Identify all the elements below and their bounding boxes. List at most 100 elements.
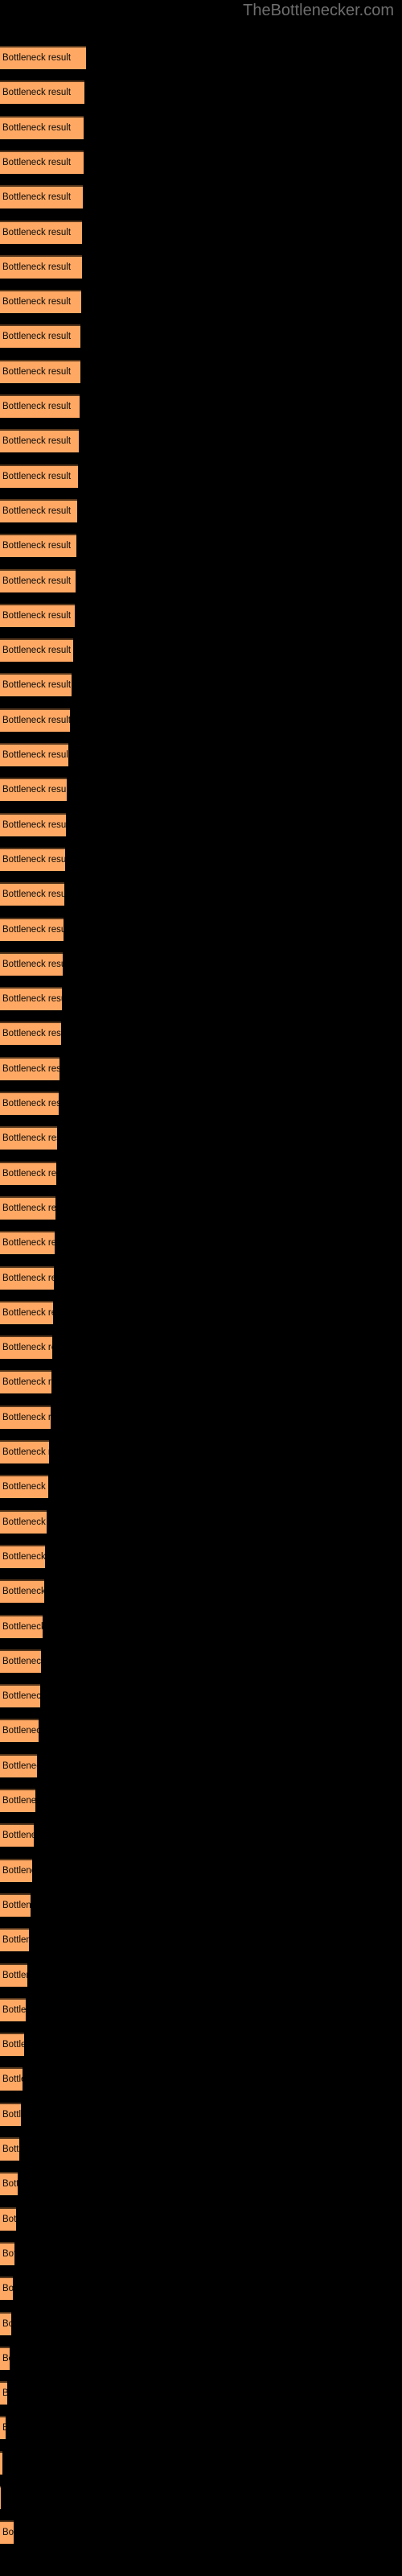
bar[interactable]: Bottleneck result xyxy=(0,1719,39,1743)
bar[interactable]: Bottleneck result xyxy=(0,882,64,906)
bar[interactable]: Bottleneck result xyxy=(0,1161,56,1185)
bar[interactable]: Bottleneck result xyxy=(0,1823,34,1847)
bar[interactable]: Bottleneck result xyxy=(0,987,62,1011)
bar-label: Bottleneck result xyxy=(2,2528,14,2538)
bar-row: Bottleneck result xyxy=(0,1056,59,1080)
bar-label: Bottleneck result xyxy=(2,1238,55,1249)
bar[interactable]: Bottleneck result xyxy=(0,2486,1,2509)
bar-label: Bottleneck result xyxy=(2,1691,40,1702)
bar-row: Bottleneck result xyxy=(0,1823,34,1847)
bar[interactable]: Bottleneck result xyxy=(0,1195,55,1220)
bar[interactable]: Bottleneck result xyxy=(0,1579,44,1604)
bar[interactable]: Bottleneck result xyxy=(0,2172,18,2196)
bar[interactable]: Bottleneck result xyxy=(0,1858,32,1882)
bar[interactable]: Bottleneck result xyxy=(0,1440,49,1463)
bar[interactable]: Bottleneck result xyxy=(0,1544,45,1568)
bar[interactable]: Bottleneck result xyxy=(0,324,80,349)
bar[interactable]: Bottleneck result xyxy=(0,1126,57,1150)
bar[interactable]: Bottleneck result xyxy=(0,2102,21,2126)
bar[interactable]: Bottleneck result xyxy=(0,917,64,941)
bar[interactable]: Bottleneck result xyxy=(0,1649,41,1673)
bar[interactable]: Bottleneck result xyxy=(0,534,76,558)
bar[interactable]: Bottleneck result xyxy=(0,1684,40,1708)
bar-row: Bottleneck result xyxy=(0,2311,11,2335)
bar[interactable]: Bottleneck result xyxy=(0,220,82,244)
bar[interactable]: Bottleneck result xyxy=(0,2381,7,2405)
bar-label: Bottleneck result xyxy=(2,262,72,272)
bar-label: Bottleneck result xyxy=(2,1447,49,1457)
bar-label: Bottleneck result xyxy=(2,1273,54,1283)
bar[interactable]: Bottleneck result xyxy=(0,2241,14,2265)
bar-row: Bottleneck result xyxy=(0,2416,6,2440)
bar-label: Bottleneck result xyxy=(2,750,68,760)
bar[interactable]: Bottleneck result xyxy=(0,2416,6,2440)
bar[interactable]: Bottleneck result xyxy=(0,2137,19,2161)
bar-row: Bottleneck result xyxy=(0,1092,59,1115)
bar[interactable]: Bottleneck result xyxy=(0,1893,31,1917)
bar[interactable]: Bottleneck result xyxy=(0,1370,51,1394)
bar[interactable]: Bottleneck result xyxy=(0,290,81,314)
bar[interactable]: Bottleneck result xyxy=(0,2520,14,2545)
bar-row: Bottleneck result xyxy=(0,2450,2,2475)
bar[interactable]: Bottleneck result xyxy=(0,1405,51,1429)
bar[interactable]: Bottleneck result xyxy=(0,638,73,663)
bar-row: Bottleneck result xyxy=(0,2277,13,2301)
bar[interactable]: Bottleneck result xyxy=(0,847,65,871)
bar-row: Bottleneck result xyxy=(0,185,83,209)
bar[interactable]: Bottleneck result xyxy=(0,464,78,488)
bar[interactable]: Bottleneck result xyxy=(0,1092,59,1115)
bar[interactable]: Bottleneck result xyxy=(0,115,84,139)
bar[interactable]: Bottleneck result xyxy=(0,2277,13,2301)
bar[interactable]: Bottleneck result xyxy=(0,185,83,209)
bar[interactable]: Bottleneck result xyxy=(0,708,70,732)
bar[interactable]: Bottleneck result xyxy=(0,359,80,383)
bar[interactable]: Bottleneck result xyxy=(0,743,68,766)
bar[interactable]: Bottleneck result xyxy=(0,1753,37,1777)
bar-label: Bottleneck result xyxy=(2,2318,11,2329)
bar[interactable]: Bottleneck result xyxy=(0,498,77,522)
bar[interactable]: Bottleneck result xyxy=(0,1300,53,1324)
bar[interactable]: Bottleneck result xyxy=(0,1475,48,1499)
bar[interactable]: Bottleneck result xyxy=(0,150,84,174)
bar[interactable]: Bottleneck result xyxy=(0,394,80,418)
bar[interactable]: Bottleneck result xyxy=(0,2067,23,2091)
bar-label: Bottleneck result xyxy=(2,1343,52,1353)
bar-row: Bottleneck result xyxy=(0,498,77,522)
bar[interactable]: Bottleneck result xyxy=(0,429,79,453)
bar[interactable]: Bottleneck result xyxy=(0,952,63,976)
bar[interactable]: Bottleneck result xyxy=(0,254,82,279)
bar[interactable]: Bottleneck result xyxy=(0,1789,35,1812)
bar[interactable]: Bottleneck result xyxy=(0,1231,55,1255)
bar[interactable]: Bottleneck result xyxy=(0,1022,61,1046)
bar[interactable]: Bottleneck result xyxy=(0,2346,10,2370)
bar[interactable]: Bottleneck result xyxy=(0,2207,16,2231)
bar-row: Bottleneck result xyxy=(0,1475,48,1499)
bar[interactable]: Bottleneck result xyxy=(0,568,76,592)
bar[interactable]: Bottleneck result xyxy=(0,1963,27,1987)
bar[interactable]: Bottleneck result xyxy=(0,1614,43,1638)
bar[interactable]: Bottleneck result xyxy=(0,2033,24,2057)
bar[interactable]: Bottleneck result xyxy=(0,1056,59,1080)
bar-label: Bottleneck result xyxy=(2,854,65,865)
bar-row: Bottleneck result xyxy=(0,46,86,69)
bar-row: Bottleneck result xyxy=(0,1231,55,1255)
bar-row: Bottleneck result xyxy=(0,987,62,1011)
bar[interactable]: Bottleneck result xyxy=(0,2311,11,2335)
bar[interactable]: Bottleneck result xyxy=(0,812,66,836)
bar[interactable]: Bottleneck result xyxy=(0,46,86,69)
bar[interactable]: Bottleneck result xyxy=(0,2450,2,2475)
bar[interactable]: Bottleneck result xyxy=(0,1509,47,1534)
bar-label: Bottleneck result xyxy=(2,471,72,481)
bar-label: Bottleneck result xyxy=(2,1970,27,1980)
bar-label: Bottleneck result xyxy=(2,576,72,586)
bar[interactable]: Bottleneck result xyxy=(0,1335,52,1360)
bar[interactable]: Bottleneck result xyxy=(0,80,84,105)
bar[interactable]: Bottleneck result xyxy=(0,603,75,627)
bar[interactable]: Bottleneck result xyxy=(0,1928,29,1952)
bar[interactable]: Bottleneck result xyxy=(0,1997,26,2021)
bar[interactable]: Bottleneck result xyxy=(0,1265,54,1290)
bar-label: Bottleneck result xyxy=(2,227,72,237)
bar-row: Bottleneck result xyxy=(0,2381,7,2405)
bar[interactable]: Bottleneck result xyxy=(0,673,72,697)
bar[interactable]: Bottleneck result xyxy=(0,778,67,802)
